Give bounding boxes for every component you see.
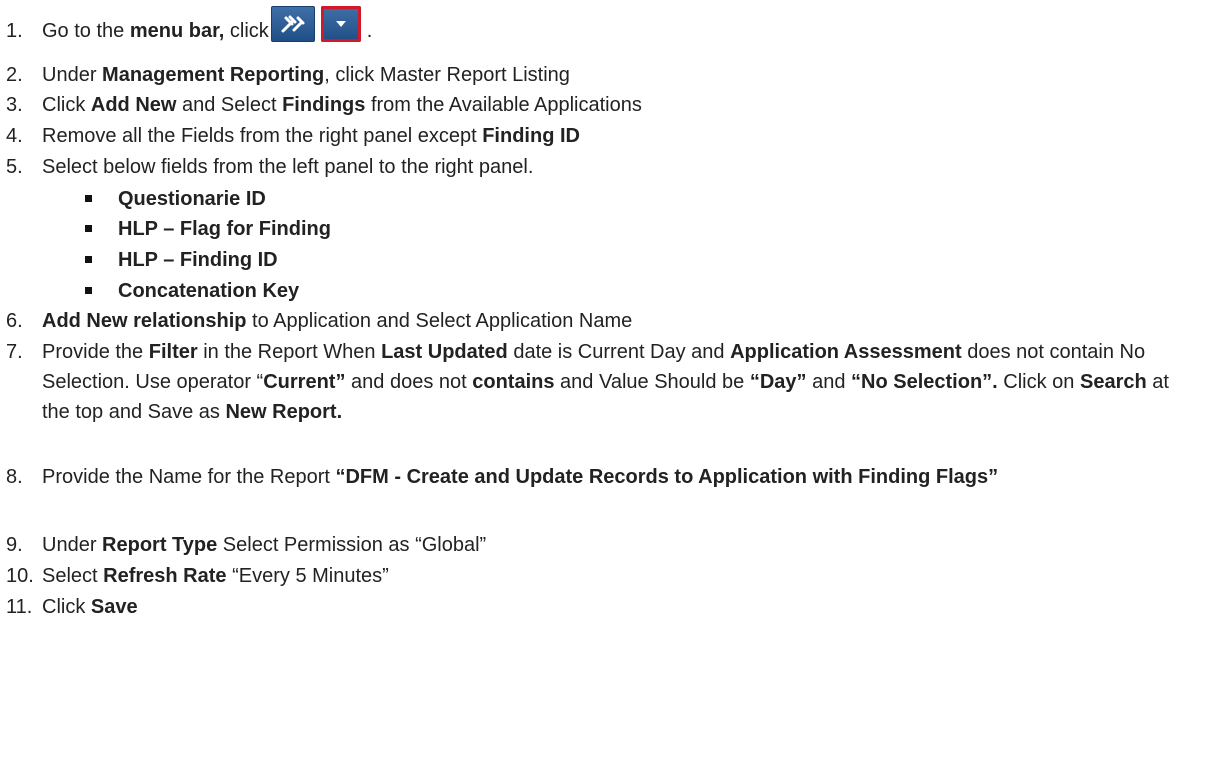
instructions-document: 1. Go to the menu bar, click. 2. Under Man… [0,0,1213,761]
step-text: date is Current Day and [507,341,731,363]
step-text: Select [42,565,104,587]
step-text: “Every 5 Minutes” [226,565,389,587]
step-text: Click [42,94,91,116]
tools-dropdown-button[interactable] [320,6,361,42]
add-new-relationship-label: Add New relationship [42,310,247,332]
step-text: Provide the [42,341,149,363]
step-number: 3. [6,94,23,116]
list-item-label: HLP – Flag for Finding [118,218,331,240]
current-operator-label: Current” [263,371,346,393]
list-item-label: Questionarie ID [118,188,266,210]
save-label: Save [90,596,138,618]
step-11: 11. Click Save [6,592,1207,622]
dropdown-arrow-icon [335,21,346,27]
step-text: Provide the Name for the Report [42,466,336,488]
step-body: Provide the Filter in the Report When La… [42,337,1196,427]
step-number: 6. [6,310,23,332]
step-number: 8. [6,466,23,488]
list-item-label: HLP – Finding ID [118,249,278,271]
list-item: HLP – Finding ID [85,245,278,275]
step-text: Under [42,64,103,86]
step-text: and Select [176,94,283,116]
step-number: 1. [6,20,23,42]
toolbar-buttons-image [270,6,367,46]
step-text: Under [42,534,103,556]
add-new-label: Add New [90,94,177,116]
step-10: 10. Select Refresh Rate “Every 5 Minutes” [6,561,1207,591]
list-item-label: Concatenation Key [118,280,300,302]
report-type-label: Report Type [102,534,218,556]
step-9: 9. Under Report Type Select Permission as… [6,530,1207,560]
step-1: 1. Go to the menu bar, click. [6,6,1207,46]
step-5: 5. Select below fields from the left pane… [6,152,1207,182]
management-reporting-label: Management Reporting [102,64,325,86]
step-number: 11. [6,596,33,618]
application-assessment-label: Application Assessment [730,341,962,363]
bullet-square-icon [85,256,92,263]
step-number: 4. [6,125,23,147]
step-2: 2. Under Management Reporting, click Mast… [6,60,1207,90]
step-text: Select below fields from the left panel … [42,156,534,178]
filter-label: Filter [148,341,198,363]
step-body: Provide the Name for the Report “DFM - C… [42,462,1211,492]
step-3: 3. Click Add New and Select Findings from… [6,90,1207,120]
step-text: and [806,371,852,393]
step-number: 5. [6,156,23,178]
search-label: Search [1079,371,1147,393]
step-number: 9. [6,534,23,556]
step-text: Select Permission as “Global” [217,534,487,556]
step-text: in the Report When [197,341,382,363]
step-text: Click on [997,371,1080,393]
contains-label: contains [472,371,555,393]
step-number: 2. [6,64,23,86]
tools-icon [281,15,305,33]
step-text: click [224,20,269,42]
step-8: 8. Provide the Name for the Report “DFM … [6,462,1211,492]
list-item: HLP – Flag for Finding [85,214,331,244]
step-text: Click [42,596,91,618]
new-report-label: New Report. [225,401,343,423]
findings-label: Findings [282,94,366,116]
list-item: Questionarie ID [85,184,266,214]
menu-bar-label: menu bar, [129,20,225,42]
bullet-square-icon [85,287,92,294]
day-value-label: “Day” [749,371,807,393]
step-7: 7. Provide the Filter in the Report When… [6,337,1196,427]
step-text: and Value Should be [554,371,750,393]
bullet-square-icon [85,225,92,232]
step-text: Remove all the Fields from the right pan… [42,125,483,147]
step-4: 4. Remove all the Fields from the right p… [6,121,1207,151]
step-text: , click Master Report Listing [324,64,570,86]
step-text: to Application and Select Application Na… [246,310,633,332]
bullet-square-icon [85,195,92,202]
step-text: . [366,20,373,42]
list-item: Concatenation Key [85,276,300,306]
refresh-rate-label: Refresh Rate [103,565,227,587]
step-6: 6. Add New relationship to Application an… [6,306,1207,336]
last-updated-label: Last Updated [381,341,508,363]
report-name-label: “DFM - Create and Update Records to Appl… [335,466,999,488]
step-number: 7. [6,341,23,363]
step-text: from the Available Applications [365,94,642,116]
no-selection-value-label: “No Selection”. [851,371,998,393]
finding-id-label: Finding ID [482,125,580,147]
step-number: 10. [6,565,34,587]
tools-button[interactable] [270,6,315,42]
step-text: Go to the [42,20,130,42]
step-text: and does not [345,371,473,393]
